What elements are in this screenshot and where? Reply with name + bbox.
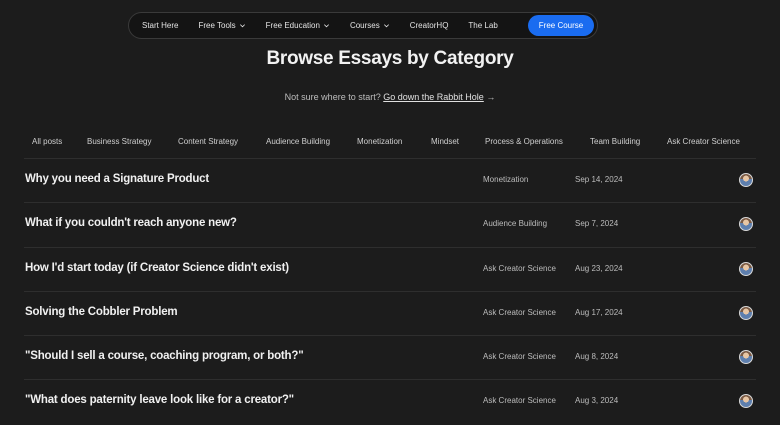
tab-audience-building[interactable]: Audience Building [266, 137, 330, 146]
chevron-down-icon [239, 24, 245, 28]
post-date: Sep 7, 2024 [575, 219, 619, 228]
nav-start-here[interactable]: Start Here [142, 21, 178, 30]
post-date: Aug 8, 2024 [575, 352, 619, 361]
tab-monetization[interactable]: Monetization [357, 137, 402, 146]
nav-label: Courses [349, 21, 380, 30]
post-category: Ask Creator Science [483, 396, 556, 405]
tab-process-operations[interactable]: Process & Operations [485, 137, 563, 146]
post-category: Audience Building [483, 219, 548, 228]
nav-creatorhq[interactable]: CreatorHQ [410, 21, 449, 30]
nav-label: Start Here [142, 21, 179, 30]
post-category: Monetization [483, 175, 529, 184]
tab-ask-creator-science[interactable]: Ask Creator Science [667, 137, 740, 146]
nav-courses[interactable]: Courses [350, 21, 390, 30]
tab-content-strategy[interactable]: Content Strategy [178, 137, 238, 146]
post-title[interactable]: Solving the Cobbler Problem [25, 306, 178, 318]
nav-free-education[interactable]: Free Education [266, 21, 330, 30]
post-title[interactable]: "Should I sell a course, coaching progra… [25, 350, 304, 362]
post-category: Ask Creator Science [483, 264, 556, 273]
post-row[interactable]: What if you couldn't reach anyone new? A… [0, 202, 780, 246]
post-title[interactable]: What if you couldn't reach anyone new? [25, 217, 237, 229]
post-date: Aug 17, 2024 [575, 308, 623, 317]
category-tabs: All posts Business Strategy Content Stra… [0, 137, 780, 149]
avatar [739, 173, 753, 187]
arrow-right-icon: → [486, 92, 496, 102]
tab-mindset[interactable]: Mindset [431, 137, 459, 146]
top-nav: Start Here Free Tools Free Education Cou… [128, 12, 598, 39]
nav-label: Free Education [265, 21, 320, 30]
post-row[interactable]: "Should I sell a course, coaching progra… [0, 335, 780, 379]
rabbit-hole-link[interactable]: Go down the Rabbit Hole [383, 92, 484, 102]
post-date: Sep 14, 2024 [575, 175, 623, 184]
free-course-button[interactable]: Free Course [528, 15, 594, 36]
tab-team-building[interactable]: Team Building [590, 137, 640, 146]
post-date: Aug 23, 2024 [575, 264, 623, 273]
subtitle-text: Not sure where to start? [284, 92, 381, 102]
nav-label: Free Tools [198, 21, 236, 30]
chevron-down-icon [383, 24, 389, 28]
post-category: Ask Creator Science [483, 308, 556, 317]
page-title: Browse Essays by Category [266, 48, 514, 69]
nav-free-tools[interactable]: Free Tools [198, 21, 245, 30]
post-row[interactable]: "What does paternity leave look like for… [0, 379, 780, 423]
post-date: Aug 3, 2024 [575, 396, 619, 405]
post-row[interactable]: Solving the Cobbler Problem Ask Creator … [0, 291, 780, 335]
post-title[interactable]: How I'd start today (if Creator Science … [25, 262, 289, 274]
page-subtitle: Not sure where to start? Go down the Rab… [0, 92, 780, 102]
post-title[interactable]: Why you need a Signature Product [25, 173, 209, 185]
post-row[interactable]: How I'd start today (if Creator Science … [0, 247, 780, 291]
nav-label: CreatorHQ [409, 21, 449, 30]
avatar [739, 262, 753, 276]
avatar [739, 217, 753, 231]
chevron-down-icon [323, 24, 329, 28]
avatar [739, 394, 753, 408]
post-row[interactable]: Why you need a Signature Product Monetiz… [0, 158, 780, 202]
avatar [739, 306, 753, 320]
avatar [739, 350, 753, 364]
post-category: Ask Creator Science [483, 352, 556, 361]
nav-label: The Lab [468, 21, 498, 30]
nav-the-lab[interactable]: The Lab [468, 21, 497, 30]
post-title[interactable]: "What does paternity leave look like for… [25, 394, 294, 406]
tab-business-strategy[interactable]: Business Strategy [87, 137, 151, 146]
tab-all-posts[interactable]: All posts [32, 137, 62, 146]
